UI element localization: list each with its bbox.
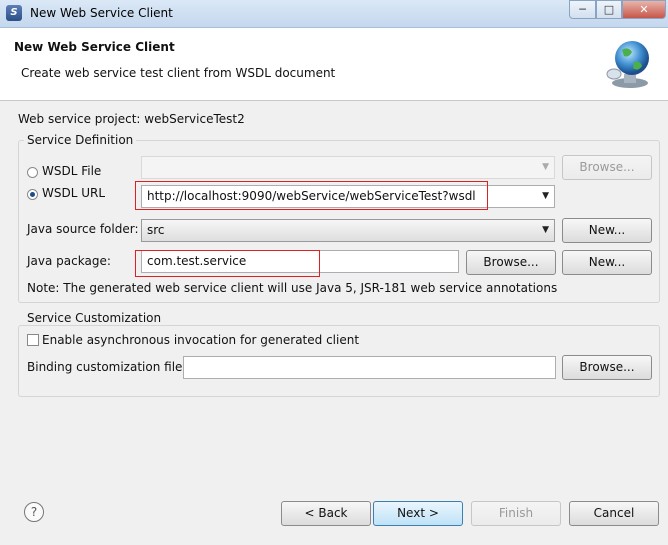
binding-file-browse-button[interactable]: Browse...: [562, 355, 652, 380]
wsdl-file-label: WSDL File: [42, 164, 102, 178]
wsdl-file-combo: ▼: [141, 156, 555, 179]
web-service-globe-icon: [606, 41, 649, 88]
source-folder-label: Java source folder:: [27, 222, 139, 236]
async-invocation-label: Enable asynchronous invocation for gener…: [42, 333, 360, 347]
wsdl-url-label: WSDL URL: [42, 186, 106, 200]
wsdl-file-browse-button: Browse...: [562, 155, 652, 180]
async-invocation-checkbox[interactable]: [27, 334, 39, 346]
package-input[interactable]: com.test.service: [141, 250, 459, 273]
back-button[interactable]: < Back: [281, 501, 371, 526]
close-button[interactable]: ✕: [622, 0, 666, 19]
wsdl-url-value: http://localhost:9090/webService/webServ…: [147, 189, 476, 203]
service-definition-title: Service Definition: [24, 133, 137, 147]
wsdl-file-radio[interactable]: [27, 167, 38, 178]
wizard-description: Create web service test client from WSDL…: [21, 66, 336, 80]
source-folder-value: src: [147, 223, 165, 237]
chevron-down-icon[interactable]: ▼: [542, 220, 549, 241]
app-icon: S: [6, 5, 22, 21]
title-bar[interactable]: S New Web Service Client ─ □ ✕: [0, 0, 668, 28]
help-icon[interactable]: ?: [24, 502, 44, 522]
cancel-button[interactable]: Cancel: [569, 501, 659, 526]
wsdl-url-combo[interactable]: http://localhost:9090/webService/webServ…: [141, 185, 555, 208]
binding-file-input[interactable]: [183, 356, 556, 379]
chevron-down-icon: ▼: [542, 162, 549, 172]
wizard-body: Web service project: webServiceTest2 Ser…: [0, 101, 668, 483]
binding-file-label: Binding customization file:: [27, 360, 187, 374]
service-customization-title: Service Customization: [24, 311, 165, 325]
finish-button: Finish: [471, 501, 561, 526]
project-label: Web service project: webServiceTest2: [18, 112, 245, 126]
wizard-footer: ? < Back Next > Finish Cancel: [0, 483, 668, 545]
source-folder-new-button[interactable]: New...: [562, 218, 652, 243]
package-value: com.test.service: [147, 254, 247, 268]
wizard-title: New Web Service Client: [14, 40, 175, 54]
source-folder-combo[interactable]: src ▼: [141, 219, 555, 242]
package-label: Java package:: [27, 254, 111, 268]
package-browse-button[interactable]: Browse...: [466, 250, 556, 275]
next-button[interactable]: Next >: [373, 501, 463, 526]
window-title: New Web Service Client: [30, 6, 173, 20]
maximize-button[interactable]: □: [596, 0, 622, 19]
wsdl-url-radio[interactable]: [27, 189, 38, 200]
chevron-down-icon[interactable]: ▼: [542, 186, 549, 207]
minimize-button[interactable]: ─: [569, 0, 596, 19]
java-version-note: Note: The generated web service client w…: [27, 281, 558, 295]
package-new-button[interactable]: New...: [562, 250, 652, 275]
wizard-header: New Web Service Client Create web servic…: [0, 28, 668, 101]
